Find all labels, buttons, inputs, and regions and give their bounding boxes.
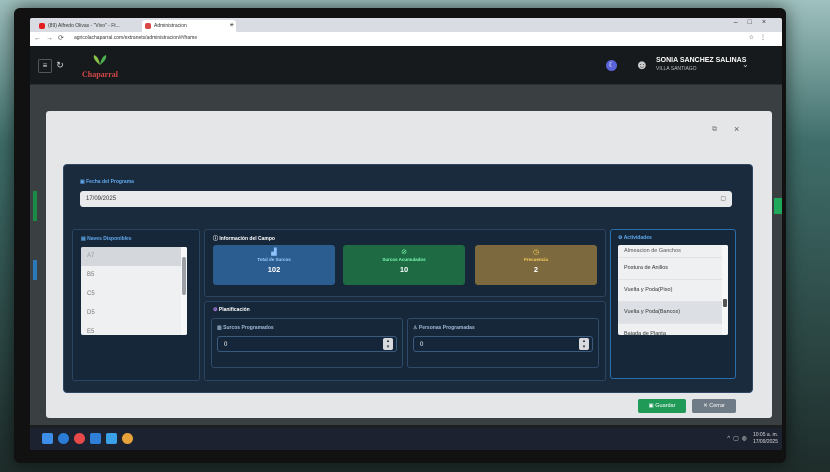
naves-title: ▤ Naves Disponibles [81,236,132,242]
program-modal: ⧉ × ▣ Fecha del Programa 17/09/2025 ▢ ▤ … [46,111,772,418]
personas-value: 0 [420,342,424,348]
actividad-item[interactable]: Postura de Anillos [618,258,728,280]
address-bar: ←→⟳ agricolachaparral.com/extranets/admi… [30,32,782,47]
user-name[interactable]: SONIA SANCHEZ SALINAS [656,57,746,64]
browser-tab-youtube[interactable]: (89) Alfredo Olivas - "Vivo" - Ft... × [36,20,152,32]
program-panel: ▣ Fecha del Programa 17/09/2025 ▢ ▤ Nave… [63,164,753,393]
info-title: ⓘ Información del Campo [213,236,275,242]
personas-programadas-box: ♙ Personas Programadas 0 ▴ ▾ [407,318,599,368]
personas-programadas-label: ♙ Personas Programadas [413,325,475,331]
tab-label: Administracion [154,23,187,29]
card-label: Total de Surcos [257,257,291,262]
naves-scrollbar[interactable] [181,247,187,335]
browser-tab-bar: (89) Alfredo Olivas - "Vivo" - Ft... × A… [30,18,782,32]
app-icon[interactable] [122,433,133,444]
number-stepper[interactable]: ▴ ▾ [383,338,393,350]
modal-close-icon[interactable]: × [734,124,739,134]
edge-icon[interactable] [90,433,101,444]
menu-button[interactable]: ≡ [38,59,52,73]
planificacion-section: ⚙ Planificación ▥ Surcos Programados 0 ▴… [204,301,606,381]
clock[interactable]: 10:05 a. m. 17/09/2025 [753,432,778,446]
card-label: Frecuencia [524,257,548,262]
frecuencia-card: ◷ Frecuencia 2 [475,245,597,285]
actividad-item[interactable]: Almeacion de Ganchos [618,245,728,258]
nave-item[interactable]: D5 [81,304,187,323]
system-tray-icons[interactable]: ^▢◍ [727,435,750,442]
actividad-item[interactable]: Vuelta y Poda(Piso) [618,280,728,302]
card-label: Surcos Acumulados [382,257,426,262]
actividades-listbox[interactable]: Almeacion de Ganchos Postura de Anillos … [618,245,728,335]
save-button[interactable]: ▣ Guardar [638,399,686,413]
user-location: VILLA SANTIAGO [656,66,697,72]
surcos-programados-box: ▥ Surcos Programados 0 ▴ ▾ [211,318,403,368]
surcos-programados-input[interactable]: 0 ▴ ▾ [217,336,397,352]
chaparral-logo: Chaparral [80,52,120,80]
nave-item[interactable]: A7 [81,247,187,266]
tab-label: (89) Alfredo Olivas - "Vivo" - Ft... [48,23,120,29]
total-surcos-card: ▟ Total de Surcos 102 [213,245,335,285]
surcos-programados-label: ▥ Surcos Programados [217,325,274,331]
time: 10:05 a. m. [752,432,778,438]
url-input[interactable]: agricolachaparral.com/extranets/administ… [74,35,197,41]
chevron-down-icon[interactable]: ⌄ [742,60,749,69]
calendar-picker-icon[interactable]: ▢ [720,191,726,207]
theme-toggle-button[interactable]: ☾ [606,60,617,71]
actividad-item[interactable]: Vuelta y Poda(Bancos) [618,302,728,324]
chart-icon: ▟ [271,249,277,256]
actividades-title: ⚙ Actividades [618,235,652,241]
card-value: 2 [533,265,539,274]
chrome-icon[interactable] [74,433,85,444]
nave-item[interactable]: C5 [81,285,187,304]
windows-start-icon[interactable] [42,433,53,444]
chaparral-favicon-icon [145,23,151,29]
navigation-buttons[interactable]: ←→⟳ [34,34,69,42]
leaf-icon [93,55,107,65]
user-icon[interactable]: ☻ [635,57,649,72]
photo-background: (89) Alfredo Olivas - "Vivo" - Ft... × A… [0,0,830,472]
clock-icon: ◷ [532,249,540,256]
actividad-item[interactable]: Bajada de Planta [618,324,728,335]
scrollbar-thumb[interactable] [723,299,727,307]
surcos-value: 0 [224,342,228,348]
screen: (89) Alfredo Olivas - "Vivo" - Ft... × A… [30,18,782,450]
fecha-input[interactable]: 17/09/2025 ▢ [80,191,732,207]
fecha-label: ▣ Fecha del Programa [80,179,134,185]
nave-item[interactable]: E5 [81,323,187,335]
card-value: 102 [267,265,281,274]
close-button[interactable]: ✕ Cerrar [692,399,736,413]
surcos-acumulados-card: ⊘ Surcos Acumulados 10 [343,245,465,285]
naves-listbox[interactable]: A7 B5 C5 D5 E5 [81,247,187,335]
brand-name: Chaparral [82,70,118,79]
scrollbar-thumb[interactable] [182,257,186,295]
actividades-section: ⚙ Actividades Almeacion de Ganchos Postu… [610,229,736,379]
window-controls[interactable]: –□× [734,19,776,26]
maximize-icon[interactable]: ⧉ [712,126,717,134]
planificacion-title: ⚙ Planificación [213,307,250,313]
number-stepper[interactable]: ▴ ▾ [579,338,589,350]
nave-item[interactable]: B5 [81,266,187,285]
background-button [774,198,782,214]
card-value: 10 [399,265,409,274]
app-header: ≡ ↻ Chaparral ☾ ☻ SONIA SANCHEZ SALINAS … [30,46,782,85]
browser-tab-administracion[interactable]: Administracion × [142,20,236,32]
naves-section: ▤ Naves Disponibles A7 B5 C5 D5 E5 [72,229,200,381]
monitor-frame: (89) Alfredo Olivas - "Vivo" - Ft... × A… [14,8,786,463]
personas-programadas-input[interactable]: 0 ▴ ▾ [413,336,593,352]
background-button [33,191,37,221]
youtube-icon [39,23,45,29]
refresh-button[interactable]: ↻ [54,59,66,71]
new-tab-button[interactable]: + [228,20,240,32]
search-icon[interactable] [58,433,69,444]
actividades-scrollbar[interactable] [722,245,728,335]
store-icon[interactable] [106,433,117,444]
info-section: ⓘ Información del Campo ▟ Total de Surco… [204,229,606,297]
taskbar: ^▢◍ 10:05 a. m. 17/09/2025 [30,428,782,450]
background-button [33,260,37,280]
check-circle-icon: ⊘ [401,249,407,256]
date: 17/09/2025 [752,439,778,445]
browser-toolbar-icons[interactable]: ☆⋮ [749,34,772,41]
fecha-value: 17/09/2025 [86,196,117,202]
